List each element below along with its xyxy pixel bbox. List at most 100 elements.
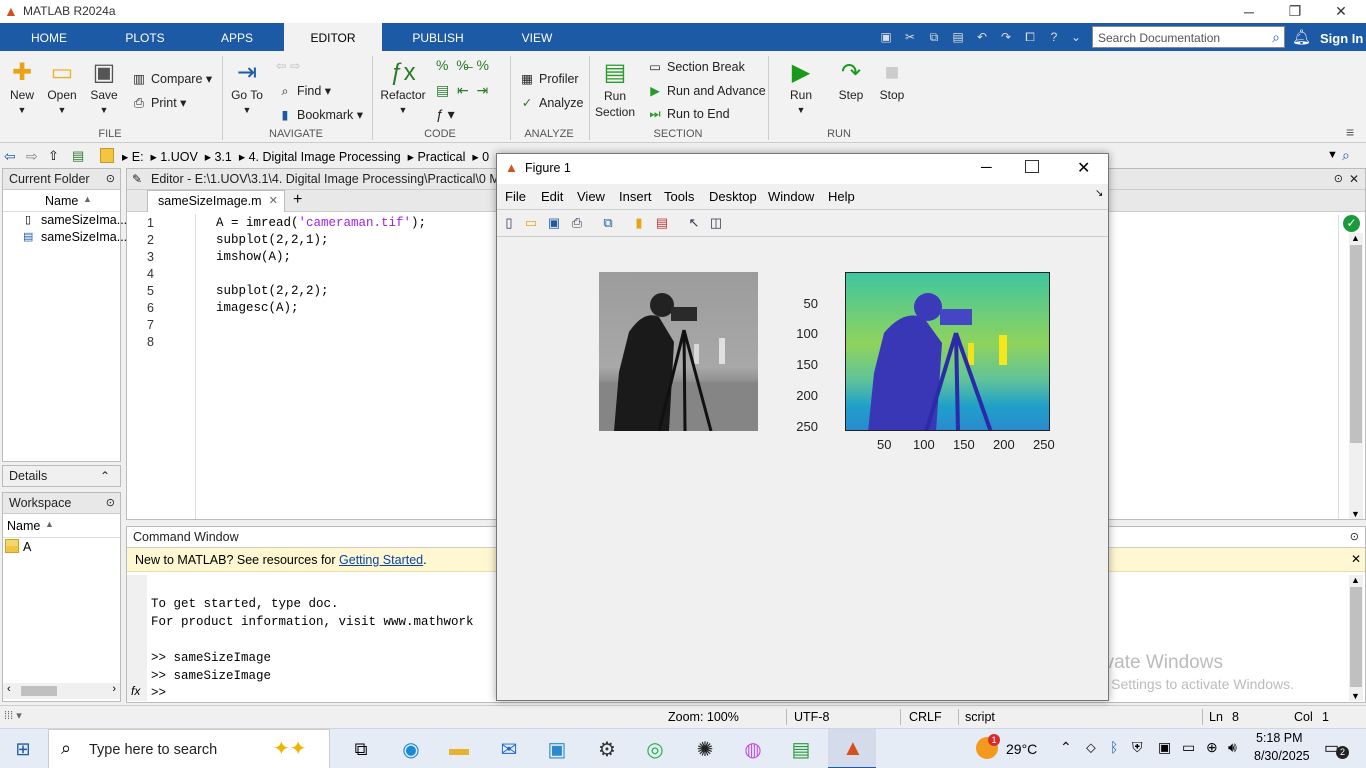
whatsapp-icon[interactable]: ◎ (640, 735, 670, 763)
menu-help[interactable]: Help (828, 189, 855, 204)
run-section-button[interactable]: ▤ Run Section (592, 58, 638, 120)
collapse-ribbon-icon[interactable]: ≡ (1346, 124, 1354, 140)
menu-window[interactable]: Window (768, 189, 814, 204)
scroll-left-icon[interactable]: ‹ (7, 683, 11, 695)
section-break-button[interactable]: ▭ Section Break (646, 59, 745, 74)
breadcrumb-item[interactable]: 0 (482, 150, 489, 164)
scroll-up-icon[interactable]: ▲ (1351, 575, 1360, 585)
settings-icon[interactable]: ⚙ (592, 735, 622, 763)
address-dropdown-icon[interactable]: ▼ (1327, 149, 1338, 161)
sign-in-button[interactable]: Sign In (1320, 31, 1363, 46)
close-icon[interactable]: ✕ (1077, 158, 1090, 178)
copilot-icon[interactable]: ◍ (738, 735, 768, 763)
menu-insert[interactable]: Insert (619, 189, 652, 204)
name-column-header[interactable]: Name ▲ (3, 190, 120, 212)
run-button[interactable]: ▶ Run ▼ (782, 58, 820, 116)
menu-file[interactable]: File (505, 189, 526, 204)
forward-icon[interactable]: ⇨ (26, 148, 38, 165)
tab-publish[interactable]: PUBLISH (402, 23, 474, 51)
scroll-up-icon[interactable]: ▲ (1351, 233, 1360, 243)
menu-edit[interactable]: Edit (541, 189, 563, 204)
scroll-down-icon[interactable]: ▼ (1351, 509, 1360, 519)
vertical-scrollbar[interactable]: ▲ ▼ (1349, 575, 1363, 701)
redo-icon[interactable]: ↷ (996, 27, 1016, 47)
search-documentation-input[interactable]: Search Documentation ⌕ (1092, 26, 1285, 48)
stop-button[interactable]: ■ Stop (872, 58, 912, 102)
panel-menu-icon[interactable]: ⊙ (1350, 527, 1359, 547)
save-figure-icon[interactable]: ▣ (544, 213, 564, 233)
compare-button[interactable]: ▥ Compare ▾ (130, 71, 212, 86)
close-tab-icon[interactable]: ✕ (269, 194, 278, 207)
legend-icon[interactable]: ▤ (652, 213, 672, 233)
colorbar-icon[interactable]: ▮ (629, 213, 649, 233)
horizontal-scrollbar[interactable]: ‹ › (3, 683, 120, 699)
task-view-icon[interactable]: ⧉ (346, 735, 376, 763)
matlab-taskbar-button[interactable]: ▲ (828, 729, 876, 768)
panel-menu-icon[interactable]: ⊙ (106, 493, 115, 513)
function-browser-icon[interactable]: fx (131, 684, 140, 698)
add-tab-icon[interactable]: + (293, 191, 302, 209)
bookmark-button[interactable]: ▮ Bookmark ▾ (276, 107, 363, 122)
chatgpt-icon[interactable]: ✺ (690, 735, 720, 763)
scrollbar-thumb[interactable] (1350, 245, 1362, 443)
menu-tools[interactable]: Tools (664, 189, 694, 204)
tab-home[interactable]: HOME (14, 23, 84, 51)
up-folder-icon[interactable]: ⇧ (48, 148, 59, 164)
scroll-right-icon[interactable]: › (112, 683, 116, 695)
search-folder-icon[interactable]: ⌕ (1342, 147, 1350, 164)
battery-icon[interactable]: ▭ (1182, 739, 1195, 756)
command-prompt[interactable]: >> (151, 686, 166, 700)
breadcrumb-item[interactable]: 4. Digital Image Processing (249, 150, 401, 164)
list-item[interactable]: ▤ sameSizeIma... (3, 229, 127, 246)
volume-icon[interactable]: 🔊︎ (1228, 739, 1237, 756)
menu-view[interactable]: View (577, 189, 605, 204)
profiler-button[interactable]: ▦ Profiler (518, 71, 579, 86)
minimize-icon[interactable]: ─ (1226, 0, 1272, 23)
function-icon[interactable]: ƒ ▾ (436, 106, 455, 123)
breadcrumb-item[interactable]: 1.UOV (160, 150, 198, 164)
panel-menu-icon[interactable]: ⊙ (1334, 169, 1343, 189)
analyze-button[interactable]: ✓ Analyze (518, 95, 584, 110)
print-button[interactable]: ⎙ Print ▾ (130, 95, 186, 111)
breadcrumb-item[interactable]: Practical (417, 150, 465, 164)
close-icon[interactable]: ✕ (1318, 0, 1364, 23)
network-drive-icon[interactable]: ⬦ (1086, 739, 1096, 756)
scrollbar-thumb[interactable] (21, 686, 57, 696)
wifi-icon[interactable]: ⊕ (1206, 739, 1218, 756)
comment-icons[interactable]: % %̶ % (436, 57, 489, 73)
chevron-up-icon[interactable]: ⌃ (1060, 739, 1072, 756)
close-banner-icon[interactable]: ✕ (1351, 552, 1361, 566)
step-button[interactable]: ↷ Step (832, 58, 870, 102)
new-button[interactable]: ✚ New ▼ (4, 58, 40, 116)
undo-icon[interactable]: ↶ (972, 27, 992, 47)
tab-apps[interactable]: APPS (202, 23, 272, 51)
bell-icon[interactable]: 🔔︎ (1292, 28, 1311, 46)
panel-menu-icon[interactable]: ⊙ (106, 169, 115, 189)
maximize-icon[interactable] (1025, 160, 1039, 173)
mail-icon[interactable]: ✉ (494, 735, 524, 763)
taskbar-search-box[interactable]: ⌕ Type here to search ✦✦ (48, 729, 330, 768)
bluetooth-icon[interactable]: ᛒ (1110, 739, 1118, 755)
switch-windows-icon[interactable]: ⧠ (1020, 27, 1040, 47)
tab-editor[interactable]: EDITOR (284, 23, 382, 51)
indent-icons[interactable]: ▤ ⇤ ⇥ (436, 82, 488, 99)
cut-icon[interactable]: ✂ (900, 27, 920, 47)
dock-arrow-icon[interactable]: ↘ (1095, 188, 1103, 199)
back-forward-arrows[interactable]: ⇦ ⇨ (276, 58, 300, 73)
go-to-button[interactable]: ⇥ Go To ▼ (228, 58, 266, 116)
save-button[interactable]: ▣ Save ▼ (86, 58, 122, 116)
edit-plot-icon[interactable]: ↖ (684, 213, 704, 233)
details-panel[interactable]: Details ⌃ (2, 465, 121, 487)
security-icon[interactable]: ⛨ (1132, 739, 1143, 756)
refactor-button[interactable]: ƒx Refactor ▼ (378, 58, 428, 116)
getting-started-link[interactable]: Getting Started (339, 553, 423, 567)
save-quick-icon[interactable]: ▣ (876, 27, 896, 47)
tab-plots[interactable]: PLOTS (110, 23, 180, 51)
grayscale-image[interactable] (599, 272, 758, 431)
breadcrumb-item[interactable]: 3.1 (214, 150, 231, 164)
tab-view[interactable]: VIEW (506, 23, 568, 51)
photos-icon[interactable]: ▣ (542, 735, 572, 763)
minimize-icon[interactable]: ─ (981, 159, 992, 176)
scaled-color-image[interactable] (845, 272, 1050, 431)
close-icon[interactable]: ✕ (1349, 169, 1359, 189)
